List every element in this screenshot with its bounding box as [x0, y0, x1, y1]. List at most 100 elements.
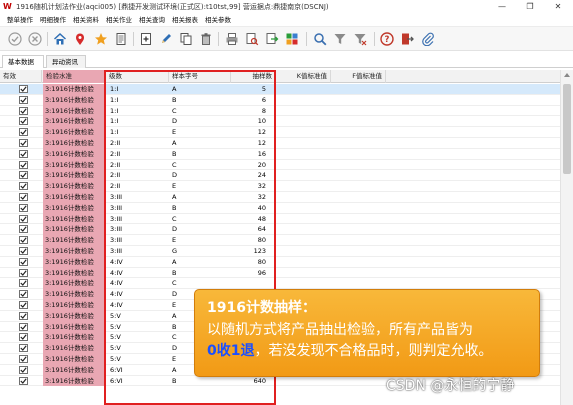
cell-level[interactable]: 4:IV [108, 278, 168, 289]
export-icon[interactable] [264, 31, 280, 47]
menu-related-query[interactable]: 相关查询 [137, 14, 170, 24]
cell-lot[interactable]: 3:1916计数检验 [43, 354, 104, 365]
cell-code[interactable]: B [170, 376, 230, 387]
valid-checkbox[interactable] [19, 365, 28, 374]
table-row[interactable]: 3:1916计数检验 2:II D 24 [0, 170, 560, 182]
cell-sample[interactable]: 40 [230, 203, 268, 214]
cell-code[interactable]: A [170, 84, 230, 95]
cell-lot[interactable]: 3:1916计数检验 [43, 181, 104, 192]
table-row[interactable]: 3:1916计数检验 2:II B 16 [0, 148, 560, 160]
cell-sample[interactable]: 16 [230, 149, 268, 160]
cell-sample[interactable]: 8 [230, 106, 268, 117]
cell-level[interactable]: 3:III [108, 192, 168, 203]
cell-code[interactable]: E [170, 235, 230, 246]
cell-code[interactable]: C [170, 160, 230, 171]
cell-level[interactable]: 3:III [108, 246, 168, 257]
cell-sample[interactable]: 5 [230, 84, 268, 95]
cell-lot[interactable]: 3:1916计数检验 [43, 332, 104, 344]
table-row[interactable]: 3:1916计数检验 2:II A 12 [0, 138, 560, 149]
cell-level[interactable]: 1:I [108, 116, 168, 127]
cell-lot[interactable]: 3:1916计数检验 [43, 310, 104, 322]
valid-checkbox[interactable] [19, 279, 28, 288]
scrollbar-thumb[interactable] [563, 84, 571, 174]
cell-level[interactable]: 3:III [108, 214, 168, 225]
valid-checkbox[interactable] [19, 290, 28, 299]
table-row[interactable]: 3:1916计数检验 3:III C 48 [0, 213, 560, 225]
cell-lot[interactable]: 3:1916计数检验 [43, 300, 104, 311]
table-row[interactable]: 3:1916计数检验 3:III G 123 [0, 246, 560, 257]
cell-code[interactable]: C [170, 214, 230, 225]
cell-sample[interactable]: 32 [230, 192, 268, 203]
cell-code[interactable]: C [170, 278, 230, 289]
cell-sample[interactable]: 96 [230, 268, 268, 279]
cell-lot[interactable]: 3:1916计数检验 [43, 84, 104, 95]
table-row[interactable]: 3:1916计数检验 2:II C 20 [0, 159, 560, 171]
cell-level[interactable]: 5:V [108, 354, 168, 365]
table-row[interactable]: 3:1916计数检验 1:I C 8 [0, 105, 560, 117]
cell-lot[interactable]: 3:1916计数检验 [43, 364, 104, 376]
cell-sample[interactable]: 48 [230, 214, 268, 225]
scroll-up-icon[interactable] [564, 73, 570, 77]
valid-checkbox[interactable] [19, 117, 28, 126]
valid-checkbox[interactable] [19, 128, 28, 137]
valid-checkbox[interactable] [19, 203, 28, 212]
table-row[interactable]: 3:1916计数检验 3:III E 80 [0, 235, 560, 246]
menu-detail[interactable]: 明细操作 [38, 14, 71, 24]
minimize-icon[interactable]: — [495, 2, 509, 12]
valid-checkbox[interactable] [19, 355, 28, 363]
cell-code[interactable]: B [170, 268, 230, 279]
cell-level[interactable]: 5:V [108, 332, 168, 343]
exit-icon[interactable] [399, 31, 415, 47]
valid-checkbox[interactable] [19, 322, 28, 331]
cell-sample[interactable]: 12 [230, 138, 268, 149]
cell-level[interactable]: 5:V [108, 343, 168, 354]
print-icon[interactable] [224, 31, 240, 47]
valid-checkbox[interactable] [19, 193, 28, 201]
cell-level[interactable]: 3:III [108, 224, 168, 235]
cell-level[interactable]: 1:I [108, 95, 168, 106]
copy-icon[interactable] [178, 31, 194, 47]
cell-sample[interactable]: 12 [230, 127, 268, 138]
restore-icon[interactable]: ❐ [523, 2, 537, 12]
cell-code[interactable]: C [170, 106, 230, 117]
valid-checkbox[interactable] [19, 182, 28, 191]
cell-lot[interactable]: 3:1916计数检验 [43, 343, 104, 354]
cell-level[interactable]: 2:II [108, 138, 168, 149]
table-row[interactable]: 3:1916计数检验 4:IV B 96 [0, 267, 560, 279]
delete-icon[interactable] [198, 31, 214, 47]
cell-level[interactable]: 4:IV [108, 268, 168, 279]
cell-sample[interactable]: 80 [230, 257, 268, 268]
header-sample[interactable]: 抽样数 [231, 70, 276, 83]
cell-lot[interactable]: 3:1916计数检验 [43, 224, 104, 236]
new-icon[interactable] [138, 31, 154, 47]
tab-basic-data[interactable]: 基本数据 [2, 55, 44, 68]
confirm-icon[interactable] [7, 31, 23, 47]
table-row[interactable]: 3:1916计数检验 3:III A 32 [0, 192, 560, 203]
header-valid[interactable]: 有效 [0, 70, 42, 83]
header-level[interactable]: 级数 [106, 70, 169, 83]
valid-checkbox[interactable] [19, 333, 28, 342]
help-icon[interactable]: ? [379, 31, 395, 47]
valid-checkbox[interactable] [19, 236, 28, 245]
cell-level[interactable]: 2:II [108, 181, 168, 192]
menu-related-jobs[interactable]: 相关作业 [104, 14, 137, 24]
header-code[interactable]: 样本字号 [169, 70, 231, 83]
valid-checkbox[interactable] [19, 268, 28, 277]
cell-lot[interactable]: 3:1916计数检验 [43, 202, 104, 214]
cell-code[interactable]: A [170, 192, 230, 203]
valid-checkbox[interactable] [19, 301, 28, 309]
cell-code[interactable]: B [170, 95, 230, 106]
cell-lot[interactable]: 3:1916计数检验 [43, 192, 104, 203]
cell-level[interactable]: 2:II [108, 170, 168, 181]
menu-whole-doc[interactable]: 整单操作 [5, 14, 38, 24]
table-row[interactable]: 3:1916计数检验 1:I E 12 [0, 127, 560, 138]
cell-lot[interactable]: 3:1916计数检验 [43, 170, 104, 182]
cancel-icon[interactable] [27, 31, 43, 47]
cell-lot[interactable]: 3:1916计数检验 [43, 105, 104, 117]
close-icon[interactable]: ✕ [551, 2, 565, 12]
table-row[interactable]: 3:1916计数检验 4:IV A 80 [0, 256, 560, 268]
menu-related-report[interactable]: 相关报表 [170, 14, 203, 24]
cell-sample[interactable]: 123 [230, 246, 268, 257]
cell-level[interactable]: 6:VI [108, 365, 168, 376]
cell-code[interactable]: A [170, 138, 230, 149]
